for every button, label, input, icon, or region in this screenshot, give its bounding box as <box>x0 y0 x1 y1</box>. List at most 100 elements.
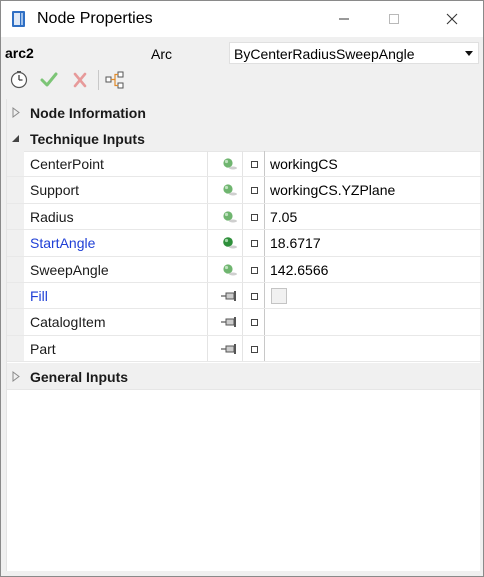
pin-icon <box>219 341 241 357</box>
section-label: Node Information <box>30 105 146 121</box>
expand-arrow-icon <box>12 371 20 382</box>
properties-panel: Node Information Technique Inputs Center… <box>6 99 481 571</box>
column-divider <box>207 177 208 203</box>
property-value[interactable]: 18.6717 <box>270 235 321 251</box>
column-divider <box>242 203 243 230</box>
link-toggle[interactable] <box>251 266 258 274</box>
close-button[interactable] <box>429 1 475 37</box>
toolbar <box>1 67 483 93</box>
green-status-dot-icon <box>219 182 241 198</box>
column-divider <box>242 256 243 282</box>
property-value[interactable]: 142.6566 <box>270 262 328 278</box>
green-status-dot-icon <box>219 262 241 278</box>
property-row-radius[interactable]: Radius 7.05 <box>7 203 481 231</box>
row-gutter <box>7 203 24 230</box>
property-row-fill[interactable]: Fill <box>7 282 481 310</box>
method-dropdown[interactable]: ByCenterRadiusSweepAngle <box>229 42 479 64</box>
column-divider <box>207 256 208 282</box>
section-node-information[interactable]: Node Information <box>7 99 481 126</box>
column-divider <box>242 335 243 362</box>
link-toggle[interactable] <box>251 319 258 327</box>
row-gutter <box>7 309 24 335</box>
link-toggle[interactable] <box>251 240 258 248</box>
node-properties-app-icon <box>12 11 25 27</box>
green-status-dot-icon <box>219 209 241 225</box>
column-divider <box>207 230 208 256</box>
column-divider <box>207 203 208 230</box>
property-name: SweepAngle <box>30 261 109 278</box>
expand-arrow-icon <box>12 107 20 118</box>
link-toggle[interactable] <box>251 213 258 221</box>
minimize-icon <box>339 18 349 20</box>
link-toggle[interactable] <box>251 292 258 300</box>
toolbar-separator <box>98 70 99 90</box>
property-name: Support <box>30 182 80 199</box>
property-row-catalogitem[interactable]: CatalogItem <box>7 309 481 336</box>
chevron-down-icon <box>465 51 473 56</box>
column-divider <box>242 309 243 335</box>
section-label: General Inputs <box>30 369 129 385</box>
property-row-startangle[interactable]: StartAngle 18.6717 <box>7 230 481 257</box>
row-gutter <box>7 256 24 282</box>
cancel-button[interactable] <box>69 69 91 91</box>
maximize-icon <box>389 14 399 24</box>
node-type: Arc <box>151 46 172 62</box>
row-gutter <box>7 230 24 256</box>
technique-input-rows: CenterPoint workingCS Support workingCS.… <box>7 151 481 363</box>
property-name: CatalogItem <box>30 314 106 331</box>
section-general-inputs[interactable]: General Inputs <box>7 363 481 390</box>
node-name: arc2 <box>5 45 34 61</box>
section-technique-inputs[interactable]: Technique Inputs <box>7 125 481 152</box>
row-gutter <box>7 335 24 362</box>
cancel-x-icon <box>73 72 87 88</box>
column-divider <box>242 177 243 203</box>
row-gutter <box>7 177 24 203</box>
property-row-part[interactable]: Part <box>7 335 481 363</box>
apply-button[interactable] <box>38 69 60 91</box>
clock-button[interactable] <box>8 69 30 91</box>
property-row-support[interactable]: Support workingCS.YZPlane <box>7 177 481 204</box>
column-divider <box>264 151 265 177</box>
property-name: Radius <box>30 208 74 225</box>
property-value[interactable]: workingCS <box>270 156 338 172</box>
node-properties-window: Node Properties arc2 Arc ByCenterRadiusS… <box>0 0 484 577</box>
section-label: Technique Inputs <box>30 131 145 147</box>
column-divider <box>264 256 265 282</box>
property-row-sweepangle[interactable]: SweepAngle 142.6566 <box>7 256 481 283</box>
property-value[interactable]: workingCS.YZPlane <box>270 182 395 198</box>
minimize-button[interactable] <box>321 1 367 37</box>
property-row-centerpoint[interactable]: CenterPoint workingCS <box>7 151 481 178</box>
column-divider <box>207 309 208 335</box>
column-divider <box>207 151 208 177</box>
maximize-button[interactable] <box>371 1 417 37</box>
column-divider <box>264 177 265 203</box>
method-value: ByCenterRadiusSweepAngle <box>234 46 415 62</box>
link-toggle[interactable] <box>251 187 258 195</box>
apply-checkmark-icon <box>40 72 58 87</box>
column-divider <box>242 282 243 309</box>
row-gutter <box>7 151 24 177</box>
property-name: CenterPoint <box>30 156 104 172</box>
collapse-arrow-icon <box>12 135 19 142</box>
link-toggle[interactable] <box>251 161 258 168</box>
property-name: Fill <box>30 287 48 304</box>
link-toggle[interactable] <box>251 345 258 353</box>
clock-icon <box>10 71 28 89</box>
column-divider <box>207 282 208 309</box>
column-divider <box>242 230 243 256</box>
column-divider <box>264 230 265 256</box>
pin-icon <box>219 288 241 304</box>
property-name: StartAngle <box>30 235 96 252</box>
column-divider <box>264 203 265 230</box>
row-gutter <box>7 282 24 309</box>
property-value[interactable]: 7.05 <box>270 209 297 225</box>
graph-tree-button[interactable] <box>104 69 126 91</box>
column-divider <box>264 335 265 362</box>
graph-tree-icon <box>105 71 124 89</box>
green-status-dot-icon <box>219 156 241 172</box>
pin-icon <box>219 314 241 330</box>
column-divider <box>207 335 208 362</box>
fill-checkbox[interactable] <box>271 287 287 304</box>
column-divider <box>264 282 265 309</box>
column-divider <box>242 151 243 177</box>
